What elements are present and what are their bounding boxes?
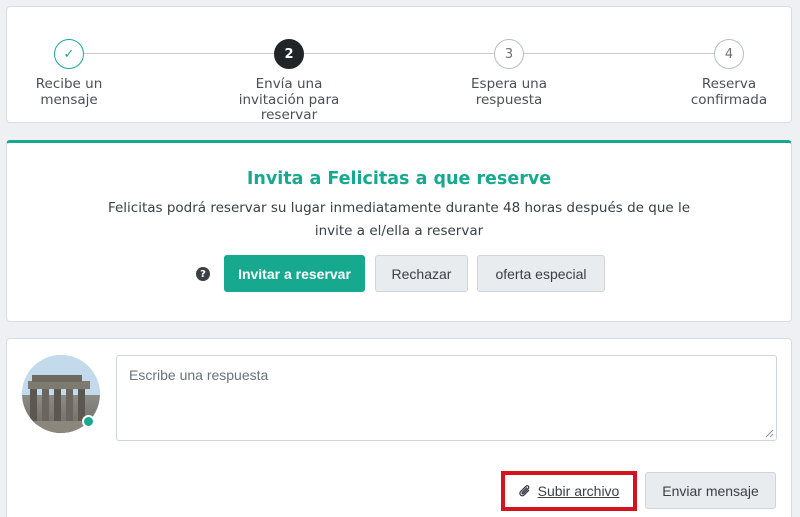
check-icon: ✓ <box>54 39 84 69</box>
step-3-number: 3 <box>494 39 524 69</box>
invite-title: Invita a Felicitas a que reserve <box>246 169 552 189</box>
invite-to-book-button[interactable]: Invitar a reservar <box>224 255 365 292</box>
invite-actions: ? Invitar a reservar Rechazar oferta esp… <box>7 255 791 293</box>
reply-panel: Subir archivo Enviar mensaje <box>6 338 792 517</box>
question-circle-icon[interactable]: ? <box>196 267 210 281</box>
step-3-label: Espera una respuesta <box>471 76 547 108</box>
reply-textarea[interactable] <box>116 355 777 441</box>
resize-grip-icon[interactable] <box>764 428 774 438</box>
paperclip-icon <box>518 485 530 497</box>
stepper-line <box>69 53 729 54</box>
step-2-number: 2 <box>274 39 304 69</box>
upload-file-link[interactable]: Subir archivo <box>505 475 633 507</box>
step-4: 4 Reserva confirmada <box>649 39 800 108</box>
step-4-label: Reserva confirmada <box>690 76 768 108</box>
step-1: ✓ Recibe un mensaje <box>0 39 149 108</box>
step-1-label: Recibe un mensaje <box>35 76 103 108</box>
step-2-label: Envía una invitación para reservar <box>238 76 340 123</box>
send-message-button[interactable]: Enviar mensaje <box>645 472 776 509</box>
special-offer-button[interactable]: oferta especial <box>477 255 605 292</box>
upload-file-highlight: Subir archivo <box>501 471 637 511</box>
decline-button[interactable]: Rechazar <box>375 255 468 292</box>
invite-panel: Invita a Felicitas a que reserve Felicit… <box>6 140 792 322</box>
step-4-number: 4 <box>714 39 744 69</box>
invite-description: Felicitas podrá reservar su lugar inmedi… <box>107 200 691 239</box>
booking-stepper: ✓ Recibe un mensaje 2 Envía una invitaci… <box>6 6 792 123</box>
online-status-dot <box>82 415 95 428</box>
upload-file-label: Subir archivo <box>537 483 620 499</box>
step-2: 2 Envía una invitación para reservar <box>209 39 369 124</box>
step-3: 3 Espera una respuesta <box>429 39 589 108</box>
